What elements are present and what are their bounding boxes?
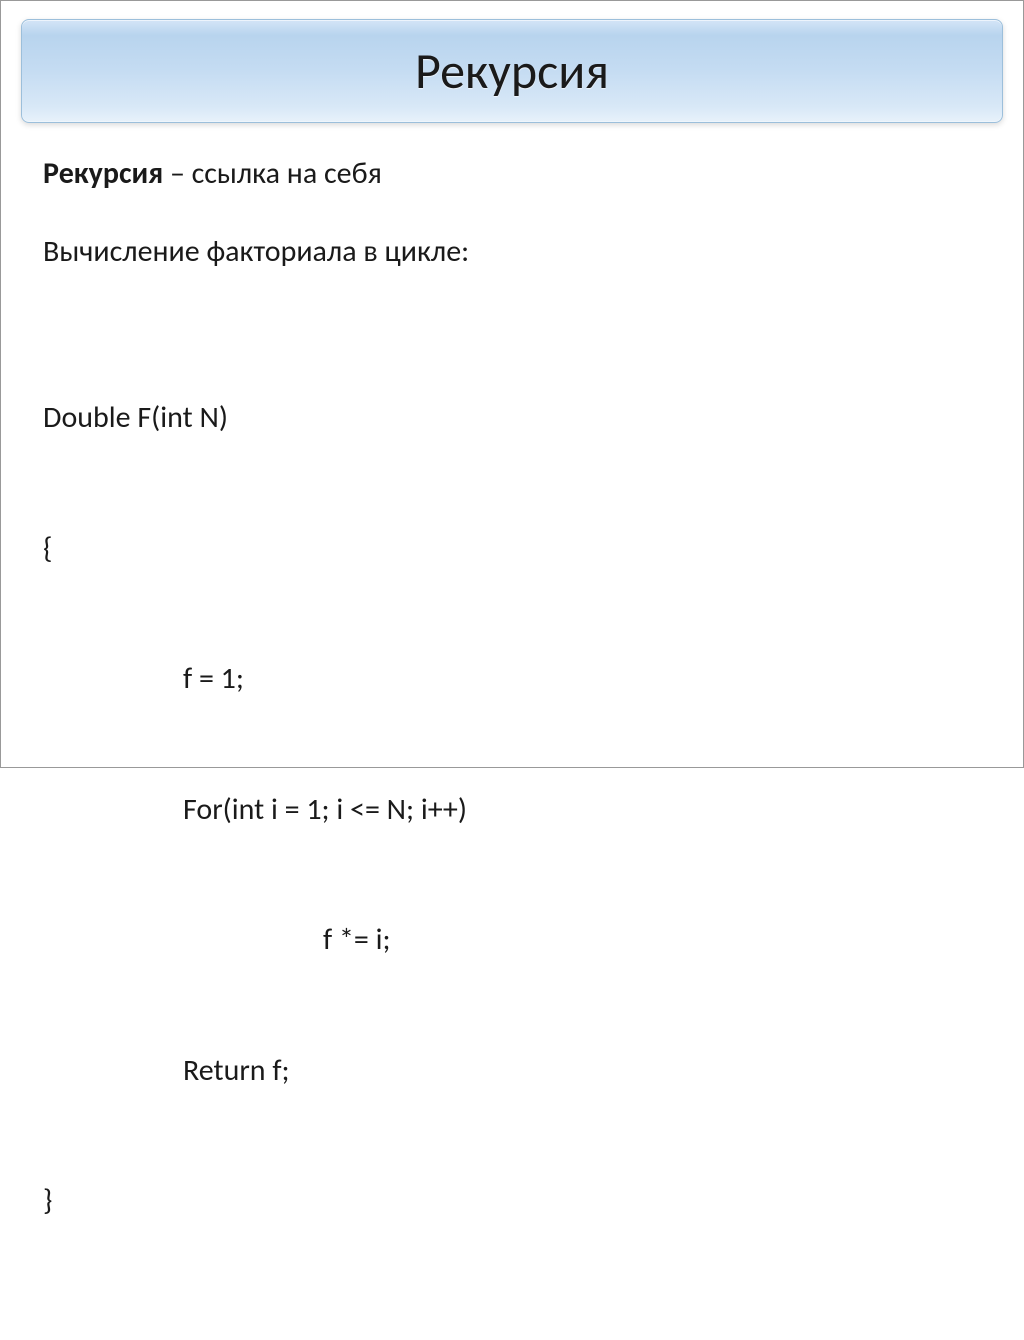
code-line-5: f *= i; [43, 918, 981, 962]
definition-line: Рекурсия – ссылка на себя [43, 153, 981, 195]
description-text: Вычисление факториала в цикле: [43, 231, 981, 273]
code-line-6: Return f; [43, 1049, 981, 1093]
code-line-1: Double F(int N) [43, 396, 981, 440]
definition-term: Рекурсия [43, 155, 163, 192]
definition-separator: – [163, 155, 192, 192]
code-line-2: { [43, 527, 981, 571]
definition-meaning: ссылка на себя [192, 155, 382, 192]
slide-title: Рекурсия [415, 41, 609, 102]
content-area: Рекурсия – ссылка на себя Вычисление фак… [1, 123, 1023, 1340]
slide-container: Рекурсия Рекурсия – ссылка на себя Вычис… [0, 0, 1024, 768]
code-block: Double F(int N) { f = 1; For(int i = 1; … [43, 309, 981, 1310]
code-line-3: f = 1; [43, 657, 981, 701]
title-bar: Рекурсия [21, 19, 1003, 123]
code-line-4: For(int i = 1; i <= N; i++) [43, 788, 981, 832]
code-line-7: } [43, 1179, 981, 1223]
